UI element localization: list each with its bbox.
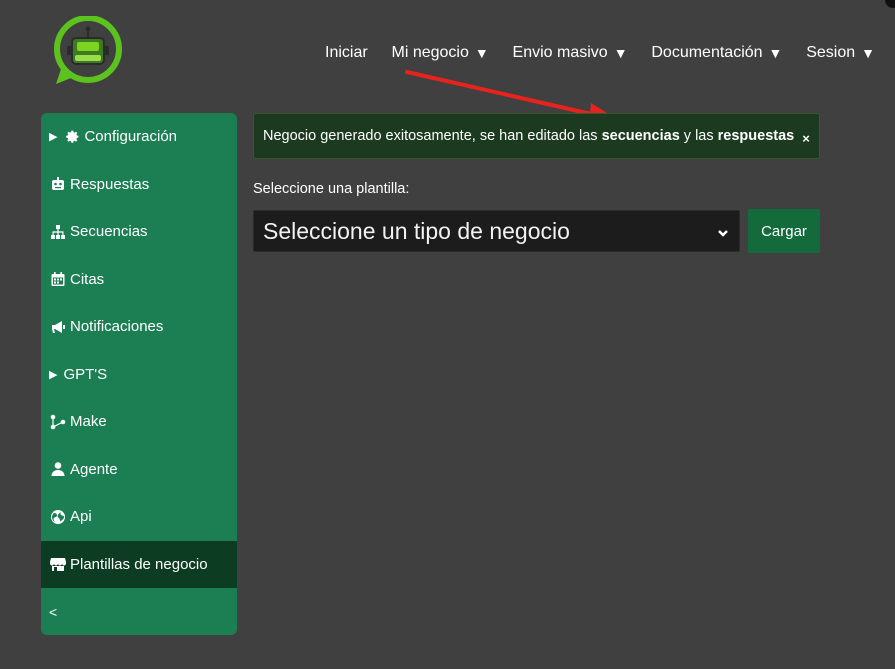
app-logo [54, 16, 122, 84]
sidebar-item-gpts[interactable]: ▶ GPT'S [41, 351, 237, 399]
top-nav: Iniciar Mi negocio ▼ Envio masivo ▼ Docume… [325, 42, 875, 64]
robot-icon [49, 176, 66, 193]
sidebar-item-notificaciones[interactable]: Notificaciones [41, 303, 237, 351]
cargar-button[interactable]: Cargar [748, 209, 820, 253]
nav-envio-masivo[interactable]: Envio masivo ▼ [513, 44, 628, 62]
select-value: Seleccione un tipo de negocio [263, 217, 570, 244]
megaphone-icon [49, 318, 66, 335]
sidebar-item-agente[interactable]: Agente [41, 446, 237, 494]
expand-triangle-icon: ▶ [49, 368, 58, 381]
sidebar-collapse-button[interactable]: < [41, 588, 237, 635]
alert-bold-respuestas: respuestas [717, 128, 795, 144]
user-icon [49, 461, 66, 478]
sidebar-item-configuracion[interactable]: ▶ Configuración [41, 113, 237, 161]
alert-bold-secuencias: secuencias [601, 128, 680, 144]
close-icon[interactable]: × [802, 131, 810, 146]
sidebar-item-make[interactable]: Make [41, 398, 237, 446]
expand-triangle-icon: ▶ [49, 131, 58, 144]
caret-down-icon: ▼ [613, 45, 628, 61]
alert-text: Negocio generado exitosamente, se han ed… [263, 128, 795, 144]
sidebar-item-secuencias[interactable]: Secuencias [41, 208, 237, 256]
sidebar-item-respuestas[interactable]: Respuestas [41, 161, 237, 209]
nav-iniciar[interactable]: Iniciar [325, 44, 368, 62]
caret-down-icon: ▼ [861, 45, 875, 61]
caret-down-icon: ▼ [768, 45, 783, 61]
sitemap-icon [49, 223, 66, 240]
success-alert: Negocio generado exitosamente, se han ed… [253, 113, 820, 159]
sidebar-item-api[interactable]: Api [41, 493, 237, 541]
template-select-label: Seleccione una plantilla: [253, 181, 410, 197]
nav-mi-negocio[interactable]: Mi negocio ▼ [392, 44, 489, 62]
nav-documentacion[interactable]: Documentación ▼ [651, 44, 782, 62]
nav-sesion[interactable]: Sesion ▼ [806, 44, 875, 62]
window-corner [885, 0, 895, 8]
business-type-select[interactable]: Seleccione un tipo de negocio [253, 210, 740, 252]
caret-down-icon: ▼ [474, 45, 489, 61]
sidebar: ▶ Configuración Respuestas Secuencias Ci… [41, 113, 237, 635]
chevron-down-icon [717, 218, 729, 245]
sidebar-item-citas[interactable]: Citas [41, 256, 237, 304]
share-nodes-icon [49, 413, 66, 430]
globe-icon [49, 508, 66, 525]
sidebar-item-plantillas-de-negocio[interactable]: Plantillas de negocio [41, 540, 237, 588]
store-icon [49, 556, 66, 573]
gear-icon [63, 128, 80, 145]
calendar-icon [49, 271, 66, 288]
